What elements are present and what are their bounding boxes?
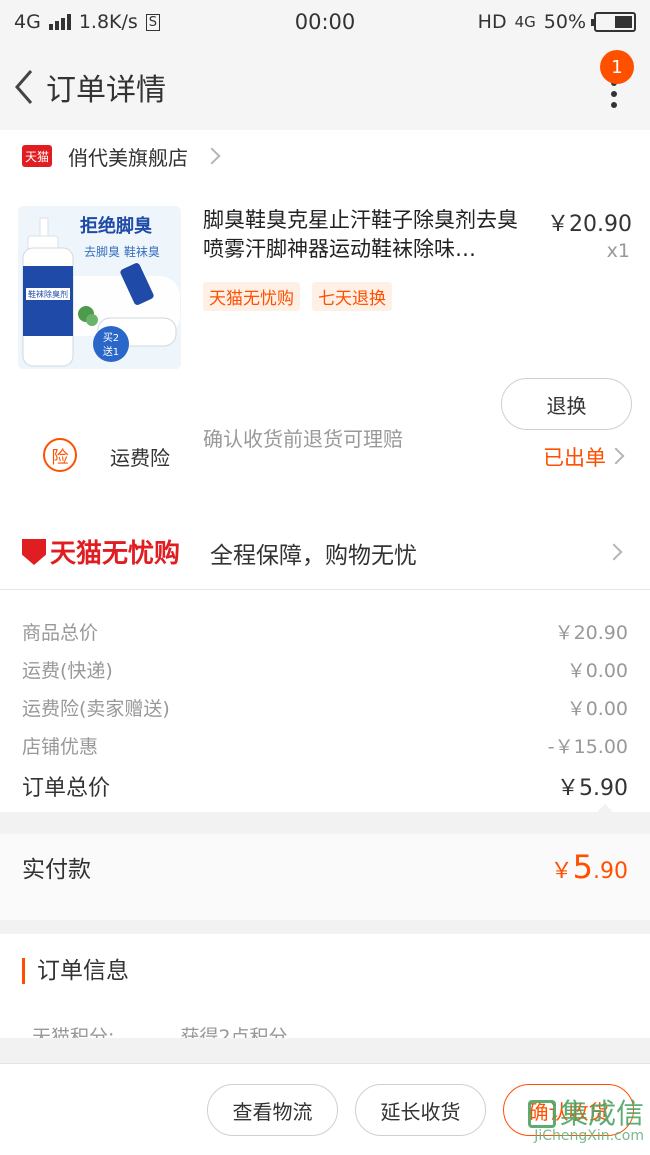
guarantee-description: 全程保障，购物无忧	[210, 543, 417, 569]
image-headline-text: 拒绝脚臭	[80, 215, 152, 237]
back-button[interactable]	[2, 57, 46, 117]
image-badge-line1: 买2	[103, 332, 119, 344]
guarantee-logo: 天猫无忧购	[50, 539, 181, 569]
shipping-insurance-row[interactable]: 险 运费险 确认收货前退货可理赔 已出单	[0, 408, 650, 516]
price-row-shop-discount: 店铺优惠 -￥15.00	[22, 726, 628, 764]
chevron-right-icon	[605, 543, 623, 561]
insurance-status: 已出单	[543, 446, 606, 470]
product-price: ￥20.90	[547, 212, 632, 237]
s-notification-icon: S	[145, 13, 161, 31]
paid-label: 实付款	[22, 857, 91, 883]
status-bar: 4G 1.8K/s S 00:00 HD 4G 50%	[0, 0, 650, 44]
status-right: HD 4G 50%	[478, 11, 636, 33]
watermark-url: JiChengXin.com	[534, 1128, 644, 1144]
tag-tmall-worry-free: 天猫无忧购	[203, 282, 300, 311]
order-card: 天猫 俏代美旗舰店 鞋袜除臭剂 拒绝脚臭 去脚臭 鞋袜臭 买2 送1 脚臭鞋臭克…	[0, 130, 650, 812]
more-dot-icon	[611, 102, 617, 108]
price-row-goods: 商品总价 ￥20.90	[22, 612, 628, 650]
price-label: 运费(快递)	[22, 659, 113, 682]
watermark: 集成信 JiChengXin.com	[527, 1097, 644, 1144]
view-logistics-button[interactable]: 查看物流	[207, 1084, 338, 1136]
more-dot-icon	[611, 91, 617, 97]
price-value: -￥15.00	[547, 735, 628, 758]
order-info-section: 订单信息 天猫积分: 获得2点积分	[0, 934, 650, 1038]
tmall-guarantee-row[interactable]: 天猫无忧购 全程保障，购物无忧	[0, 516, 650, 590]
notification-badge[interactable]: 1	[600, 50, 634, 84]
price-row-shipping: 运费(快递) ￥0.00	[22, 650, 628, 688]
image-badge-line2: 送1	[103, 345, 119, 358]
signal-icon	[48, 14, 71, 30]
price-label: 商品总价	[22, 621, 99, 644]
tag-seven-day-return: 七天退换	[312, 282, 392, 311]
watermark-name: 集成信	[559, 1097, 644, 1130]
product-image[interactable]: 鞋袜除臭剂 拒绝脚臭 去脚臭 鞋袜臭 买2 送1	[18, 206, 181, 369]
insurance-icon: 险	[43, 438, 77, 472]
points-row: 天猫积分: 获得2点积分	[32, 1022, 632, 1038]
battery-percent: 50%	[543, 11, 586, 33]
status-left: 4G 1.8K/s S	[14, 11, 161, 33]
chevron-right-icon	[203, 147, 221, 165]
bottom-action-bar: 查看物流 延长收货 确认收货 集成信 JiChengXin.com	[0, 1063, 650, 1155]
paid-currency: ￥	[550, 859, 573, 884]
section-divider	[0, 812, 650, 834]
price-value: ￥20.90	[554, 621, 628, 644]
price-value: ￥0.00	[566, 697, 628, 720]
paid-decimal: .90	[593, 859, 628, 884]
shop-name: 俏代美旗舰店	[68, 145, 188, 170]
image-subline-text: 去脚臭 鞋袜臭	[84, 244, 160, 259]
extend-receipt-button[interactable]: 延长收货	[355, 1084, 486, 1136]
watermark-box-icon	[527, 1100, 556, 1128]
nav-bar: 订单详情 1	[0, 44, 650, 130]
product-tags: 天猫无忧购 七天退换	[203, 282, 392, 311]
price-summary: 商品总价 ￥20.90 运费(快递) ￥0.00 运费险(卖家赠送) ￥0.00…	[0, 590, 650, 812]
price-label: 店铺优惠	[22, 735, 99, 758]
tmall-logo-icon: 天猫	[22, 145, 52, 167]
points-value: 获得2点积分	[180, 1026, 288, 1038]
network-right-label: 4G	[514, 13, 536, 31]
paid-amount: ￥5.90	[551, 848, 628, 886]
product-title[interactable]: 脚臭鞋臭克星止汗鞋子除臭剂去臭喷雾汗脚神器运动鞋袜除味…	[203, 206, 533, 264]
insurance-name: 运费险	[110, 446, 170, 470]
paid-integer: 5	[572, 848, 593, 886]
network-label: 4G	[14, 11, 41, 33]
insurance-description: 确认收货前退货可理赔	[203, 427, 403, 451]
can-label-text: 鞋袜除臭剂	[28, 289, 68, 299]
product-quantity: x1	[606, 240, 630, 262]
price-row-insurance: 运费险(卖家赠送) ￥0.00	[22, 688, 628, 726]
paid-amount-row: 实付款 ￥5.90	[0, 834, 650, 920]
price-value: ￥0.00	[566, 659, 628, 682]
network-speed: 1.8K/s	[78, 11, 138, 33]
page-title: 订单详情	[46, 73, 166, 108]
back-arrow-icon	[15, 70, 33, 104]
total-value: ￥5.90	[557, 776, 628, 801]
watermark-logo: 集成信	[527, 1097, 644, 1130]
battery-icon	[591, 12, 636, 32]
shop-row[interactable]: 天猫 俏代美旗舰店	[0, 130, 650, 182]
hd-label: HD	[477, 11, 507, 33]
product-image-graphic: 鞋袜除臭剂 拒绝脚臭 去脚臭 鞋袜臭 买2 送1	[18, 206, 181, 369]
product-item: 鞋袜除臭剂 拒绝脚臭 去脚臭 鞋袜臭 买2 送1 脚臭鞋臭克星止汗鞋子除臭剂去臭…	[0, 182, 650, 430]
total-label: 订单总价	[22, 776, 111, 801]
price-label: 运费险(卖家赠送)	[22, 697, 170, 720]
order-info-title: 订单信息	[22, 958, 129, 984]
price-row-order-total: 订单总价 ￥5.90	[22, 764, 628, 808]
tmall-shield-icon	[22, 539, 46, 565]
chevron-right-icon	[607, 447, 625, 465]
points-label: 天猫积分:	[32, 1026, 115, 1038]
